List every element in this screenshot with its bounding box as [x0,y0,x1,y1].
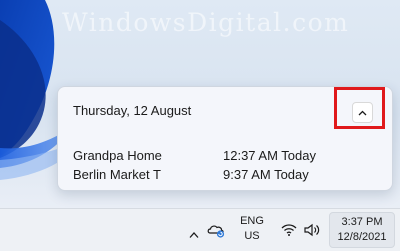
agenda-item[interactable]: Grandpa Home 12:37 AM Today [73,146,373,165]
wifi-icon [281,224,297,236]
volume-tray-button[interactable] [303,222,321,241]
show-hidden-icons-button[interactable] [189,224,199,243]
agenda-list: Grandpa Home 12:37 AM Today Berlin Marke… [73,146,373,184]
watermark-logo-text: WindowsDigital.com [62,8,350,37]
onedrive-icon [207,225,225,238]
annotation-highlight-box [334,87,385,129]
clock-date: 12/8/2021 [337,231,387,243]
agenda-item-time: 12:37 AM Today [223,148,316,163]
onedrive-tray-button[interactable] [206,222,226,242]
network-tray-button[interactable] [281,222,297,241]
agenda-item-time: 9:37 AM Today [223,167,309,182]
panel-date-label: Thursday, 12 August [73,103,192,118]
speaker-icon [304,223,320,237]
input-language-indicator[interactable]: ENG US [236,214,268,244]
language-code: ENG [240,215,264,227]
agenda-item-title: Grandpa Home [73,148,162,163]
agenda-item-title: Berlin Market T [73,167,161,182]
taskbar: ENG US 3:37 PM 12/8/2021 [0,208,400,251]
clock-time: 3:37 PM [341,216,383,228]
language-region: US [244,230,260,242]
chevron-up-icon [189,232,199,238]
taskbar-clock-button[interactable]: 3:37 PM 12/8/2021 [329,212,395,248]
agenda-item[interactable]: Berlin Market T 9:37 AM Today [73,165,373,184]
